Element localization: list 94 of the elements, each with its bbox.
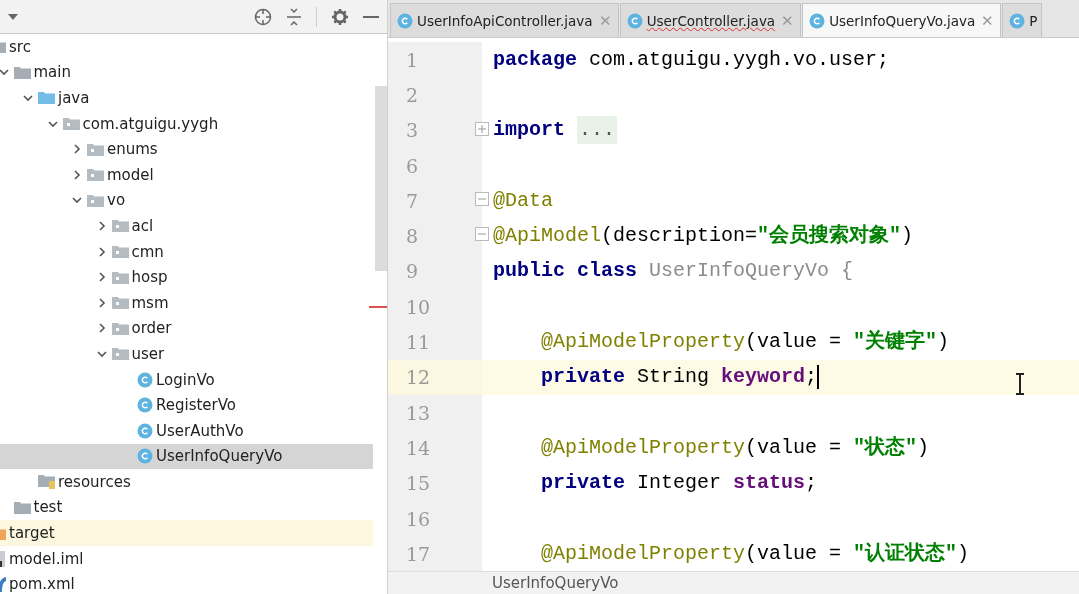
line-number: 6 — [406, 154, 419, 177]
text-cursor-icon — [1014, 373, 1026, 395]
dropdown-caret-icon[interactable] — [8, 13, 18, 20]
package-icon — [62, 117, 80, 131]
tree-item[interactable]: UserInfoQueryVo — [0, 443, 373, 470]
code-line: private String keyword; — [541, 365, 820, 390]
tree-item[interactable]: pom.xml — [0, 571, 373, 594]
chevron-down-icon[interactable] — [23, 93, 33, 103]
class-icon — [809, 12, 826, 29]
line-number: 17 — [406, 542, 431, 565]
tree-item[interactable]: msm — [0, 289, 373, 316]
line-number: 8 — [406, 225, 419, 248]
chevron-right-icon[interactable] — [96, 272, 107, 283]
code-line: package com.atguigu.yygh.vo.user; — [493, 49, 890, 70]
code-line: @ApiModelProperty(value = "状态") — [541, 437, 930, 458]
chevron-down-icon[interactable] — [0, 67, 9, 78]
tree-item[interactable]: UserAuthVo — [0, 417, 373, 444]
chevron-right-icon[interactable] — [72, 144, 82, 155]
class-icon — [626, 12, 643, 29]
package-icon — [111, 321, 129, 335]
line-number: 13 — [406, 401, 431, 424]
line-number: 10 — [406, 295, 431, 318]
line-number: 7 — [406, 189, 419, 212]
line-number: 16 — [406, 507, 431, 530]
tree-item[interactable]: main — [0, 59, 373, 86]
tree-item[interactable]: com.atguigu.yygh — [0, 110, 373, 137]
class-icon — [137, 371, 153, 388]
tree-item[interactable]: target — [0, 520, 373, 546]
tree-item[interactable]: vo — [0, 187, 373, 214]
chevron-right-icon[interactable] — [96, 297, 107, 308]
chevron-right-icon[interactable] — [96, 246, 107, 257]
folder-icon — [13, 501, 31, 514]
code-line: public class UserInfoQueryVo { — [493, 261, 854, 282]
resources-folder-icon — [38, 474, 55, 490]
tree-item[interactable]: order — [0, 315, 373, 342]
package-icon — [87, 193, 104, 207]
code-line: @ApiModelProperty(value = "认证状态") — [541, 543, 970, 564]
tree-item[interactable]: model.iml — [0, 545, 373, 572]
package-icon — [111, 245, 129, 259]
tree-item[interactable]: RegisterVo — [0, 392, 373, 418]
tree-item[interactable]: test — [0, 494, 373, 521]
folder-icon — [38, 91, 55, 105]
code-line: @ApiModel(description="会员搜索对象") — [493, 226, 914, 247]
tree-item[interactable]: LoginVo — [0, 366, 373, 393]
package-icon — [111, 347, 129, 361]
class-icon — [137, 448, 153, 465]
collapse-all-icon[interactable] — [286, 7, 302, 26]
chevron-down-icon[interactable] — [96, 348, 107, 359]
editor-tab[interactable]: UserInfoQueryVo.java ✕ — [802, 3, 1002, 37]
tree-item[interactable]: java — [0, 85, 373, 111]
settings-icon[interactable] — [331, 7, 349, 26]
chevron-right-icon[interactable] — [96, 220, 107, 231]
folder-icon — [13, 65, 31, 79]
tree-item[interactable]: enums — [0, 136, 373, 162]
scrollbar[interactable] — [375, 86, 387, 271]
code-line: @Data — [493, 190, 553, 211]
error-marker — [369, 306, 387, 308]
line-number: 3 — [406, 119, 419, 142]
editor-tab[interactable]: P — [1002, 3, 1043, 37]
tree-item[interactable]: user — [0, 341, 373, 367]
tree-item[interactable]: resources — [0, 469, 373, 495]
editor-tab[interactable]: UserInfoApiController.java ✕ — [390, 3, 619, 37]
maven-file-icon — [0, 576, 6, 592]
line-number: 1 — [406, 48, 419, 71]
line-number: 11 — [406, 331, 431, 353]
package-icon — [87, 168, 104, 182]
chevron-down-icon[interactable] — [47, 118, 58, 129]
chevron-right-icon[interactable] — [72, 169, 82, 180]
minimize-icon[interactable] — [363, 14, 379, 19]
package-icon — [111, 270, 129, 284]
package-icon — [111, 296, 129, 310]
chevron-right-icon[interactable] — [96, 323, 107, 334]
class-icon — [397, 12, 413, 29]
tree-item[interactable]: acl — [0, 213, 373, 239]
line-number: 2 — [406, 83, 419, 106]
class-icon — [137, 397, 153, 414]
tree-item[interactable]: src — [0, 34, 373, 60]
tree-item[interactable]: cmn — [0, 238, 373, 265]
package-icon — [111, 219, 129, 233]
line-number: 9 — [406, 260, 419, 283]
line-number: 12 — [406, 366, 431, 389]
package-icon — [87, 142, 104, 156]
tree-item[interactable]: model — [0, 161, 373, 188]
line-number: 14 — [406, 436, 431, 459]
class-icon — [137, 422, 153, 439]
code-line: import ... — [493, 116, 618, 145]
class-icon — [1009, 12, 1026, 29]
breadcrumb[interactable]: UserInfoQueryVo — [492, 574, 619, 592]
line-number: 15 — [406, 472, 431, 495]
locate-icon[interactable] — [254, 7, 272, 26]
code-line: private Integer status; — [541, 473, 818, 494]
chevron-down-icon[interactable] — [72, 195, 82, 206]
editor-tab[interactable]: UserController.java ✕ — [619, 3, 802, 37]
tree-item[interactable]: hosp — [0, 264, 373, 290]
